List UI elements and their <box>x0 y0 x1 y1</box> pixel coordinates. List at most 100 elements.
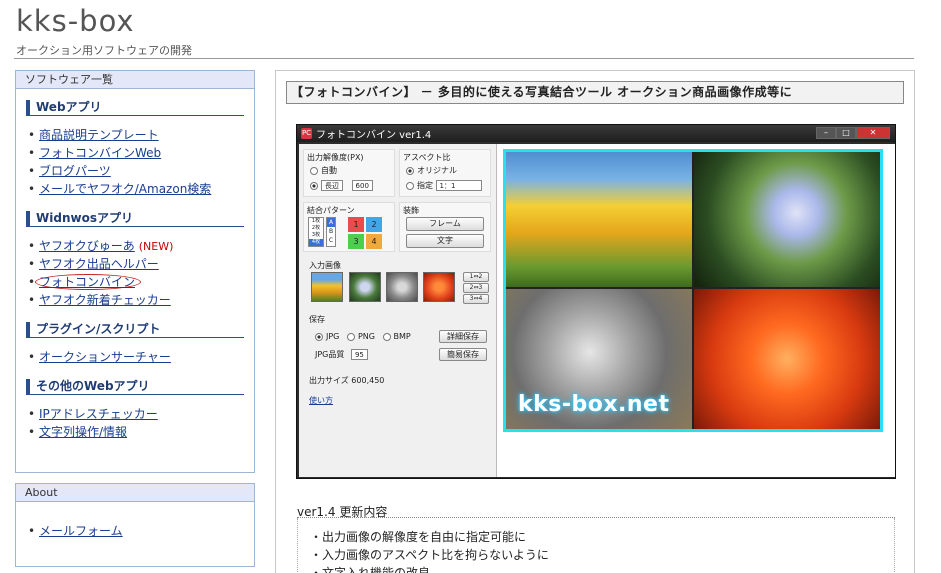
list-item: オークションサーチャー <box>28 348 254 366</box>
radio-specify <box>406 181 414 190</box>
changelog-box: ・出力画像の解像度を自由に指定可能に ・入力画像のアスペクト比を拘らないように … <box>297 518 895 573</box>
plugins-list: オークションサーチャー <box>28 348 254 366</box>
radio-long-side <box>310 181 318 190</box>
decor-label: 装飾 <box>403 206 419 215</box>
link-ip-checker[interactable]: IPアドレスチェッカー <box>39 407 158 421</box>
pattern-cell-3: 3 <box>348 234 364 249</box>
changelog-item: ・文字入れ機能の改良 <box>310 566 431 573</box>
pattern-letter-list: A B C <box>326 217 336 247</box>
format-jpg: JPG <box>326 332 340 341</box>
pattern-label: 結合パターン <box>307 206 355 215</box>
list-item: ヤフオク出品ヘルパー <box>28 255 254 273</box>
window-controls: – □ ✕ <box>816 127 890 139</box>
list-item: IPアドレスチェッカー <box>28 405 254 423</box>
list-item: フォトコンバインWeb <box>28 144 254 162</box>
input-thumb-tulips <box>311 272 343 302</box>
link-blog-parts[interactable]: ブログパーツ <box>39 164 111 178</box>
resolution-group: 出力解像度(PX) 自動 長辺 600 <box>303 149 395 197</box>
link-string-tools[interactable]: 文字列操作/情報 <box>39 425 127 439</box>
auto-label: 自動 <box>321 166 337 175</box>
format-bmp: BMP <box>393 332 411 341</box>
changelog-item: ・出力画像の解像度を自由に指定可能に <box>310 530 527 544</box>
pattern-group: 結合パターン 1枚 2枚 3枚 4枚 A B C 1 2 3 4 <box>303 202 395 252</box>
link-listing-helper[interactable]: ヤフオク出品ヘルパー <box>39 257 159 271</box>
aspect-group: アスペクト比 オリジナル 指定 1：1 <box>399 149 491 197</box>
main-content: 【フォトコンバイン】 － 多目的に使える写真結合ツール オークション商品画像作成… <box>275 70 915 573</box>
minimize-icon: – <box>816 127 836 139</box>
specify-label: 指定 <box>417 181 433 190</box>
header-divider <box>14 58 914 59</box>
app-titlebar: PC フォトコンバイン ver1.4 – □ ✕ <box>297 125 895 142</box>
radio-auto <box>310 166 318 175</box>
site-subtitle: オークション用ソフトウェアの開発 <box>16 44 192 57</box>
pattern-mini-4: 4枚 <box>309 239 323 246</box>
input-thumb-chrysanthemum <box>423 272 455 302</box>
link-mail-search[interactable]: メールでヤフオク/Amazon検索 <box>39 182 211 196</box>
link-new-arrival-checker[interactable]: ヤフオク新着チェッカー <box>39 293 171 307</box>
list-item: フォトコンバイン <box>28 273 254 291</box>
detail-save-button: 詳細保存 <box>439 330 487 343</box>
software-list-heading: ソフトウェア一覧 <box>16 71 254 89</box>
app-body: 出力解像度(PX) 自動 長辺 600 アスペクト比 オリジナル 指定 1：1 … <box>299 144 895 477</box>
input-thumb-koala <box>386 272 418 302</box>
radio-original <box>406 166 414 175</box>
aspect-label: アスペクト比 <box>403 153 451 162</box>
list-item: ヤフオク新着チェッカー <box>28 291 254 309</box>
app-screenshot: PC フォトコンバイン ver1.4 – □ ✕ 出力解像度(PX) 自動 長辺… <box>296 124 896 479</box>
radio-bmp <box>382 332 391 341</box>
other-web-apps-list: IPアドレスチェッカー 文字列操作/情報 <box>28 405 254 441</box>
swap-2-3-button: 2⇔3 <box>463 283 489 293</box>
link-photocombine-web[interactable]: フォトコンバインWeb <box>39 146 161 160</box>
pattern-mini-2: 2枚 <box>311 225 321 231</box>
pattern-letter-b: B <box>328 228 334 235</box>
pattern-cell-1: 1 <box>348 217 364 232</box>
category-web-apps: Webアプリ <box>26 100 244 116</box>
pattern-grid: 1 2 3 4 <box>348 217 382 249</box>
decor-group: 装飾 フレーム 文字 <box>399 202 491 252</box>
link-photocombine-current[interactable]: フォトコンバイン <box>35 274 142 290</box>
article-title: 【フォトコンバイン】 － 多目的に使える写真結合ツール オークション商品画像作成… <box>286 81 904 104</box>
link-mail-form[interactable]: メールフォーム <box>39 524 123 538</box>
link-product-template[interactable]: 商品説明テンプレート <box>39 128 159 142</box>
list-item: 文字列操作/情報 <box>28 423 254 441</box>
link-yafuoku-viewer[interactable]: ヤフオクびゅーあ <box>39 239 135 253</box>
input-images-label: 入力画像 <box>309 261 341 270</box>
category-plugins: プラグイン/スクリプト <box>26 322 244 338</box>
link-auction-searcher[interactable]: オークションサーチャー <box>39 350 171 364</box>
text-button: 文字 <box>406 234 484 248</box>
output-size-text: 出力サイズ 600,450 <box>309 376 385 385</box>
category-other-web-apps: その他のWebアプリ <box>26 379 244 395</box>
format-png: PNG <box>357 332 375 341</box>
app-icon: PC <box>301 128 312 139</box>
ratio-select: 1：1 <box>435 180 482 191</box>
windows-apps-list: ヤフオクびゅーあ(NEW) ヤフオク出品ヘルパー フォトコンバイン ヤフオク新着… <box>28 237 254 309</box>
combined-preview: kks-box.net <box>503 149 883 432</box>
list-item: メールでヤフオク/Amazon検索 <box>28 180 254 198</box>
web-apps-list: 商品説明テンプレート フォトコンバインWeb ブログパーツ メールでヤフオク/A… <box>28 126 254 198</box>
preview-hydrangea <box>694 152 880 287</box>
pattern-letter-a: A <box>327 218 335 227</box>
pattern-mini-3: 3枚 <box>311 232 321 238</box>
list-item: ヤフオクびゅーあ(NEW) <box>28 237 254 255</box>
pattern-cell-4: 4 <box>366 234 382 249</box>
long-side-value: 600 <box>351 180 373 191</box>
new-badge: (NEW) <box>138 240 174 253</box>
about-heading: About <box>16 484 254 502</box>
software-list-box: ソフトウェア一覧 Webアプリ 商品説明テンプレート フォトコンバインWeb ブ… <box>15 70 255 473</box>
pattern-cell-2: 2 <box>366 217 382 232</box>
changelog-item: ・入力画像のアスペクト比を拘らないように <box>310 548 549 562</box>
pattern-mini-1: 1枚 <box>311 218 321 224</box>
app-control-panel: 出力解像度(PX) 自動 長辺 600 アスペクト比 オリジナル 指定 1：1 … <box>299 144 497 477</box>
pattern-letter-c: C <box>328 237 334 244</box>
about-box: About メールフォーム <box>15 483 255 567</box>
about-list: メールフォーム <box>28 522 254 540</box>
site-title[interactable]: kks-box <box>16 4 135 38</box>
input-thumb-hydrangea <box>349 272 381 302</box>
resolution-label: 出力解像度(PX) <box>307 153 364 162</box>
list-item: 商品説明テンプレート <box>28 126 254 144</box>
pattern-mini-list: 1枚 2枚 3枚 4枚 <box>308 217 324 247</box>
long-side-select: 長辺 <box>321 180 343 191</box>
save-label: 保存 <box>309 315 325 324</box>
original-label: オリジナル <box>417 166 457 175</box>
quality-label: JPG品質 <box>315 350 345 359</box>
